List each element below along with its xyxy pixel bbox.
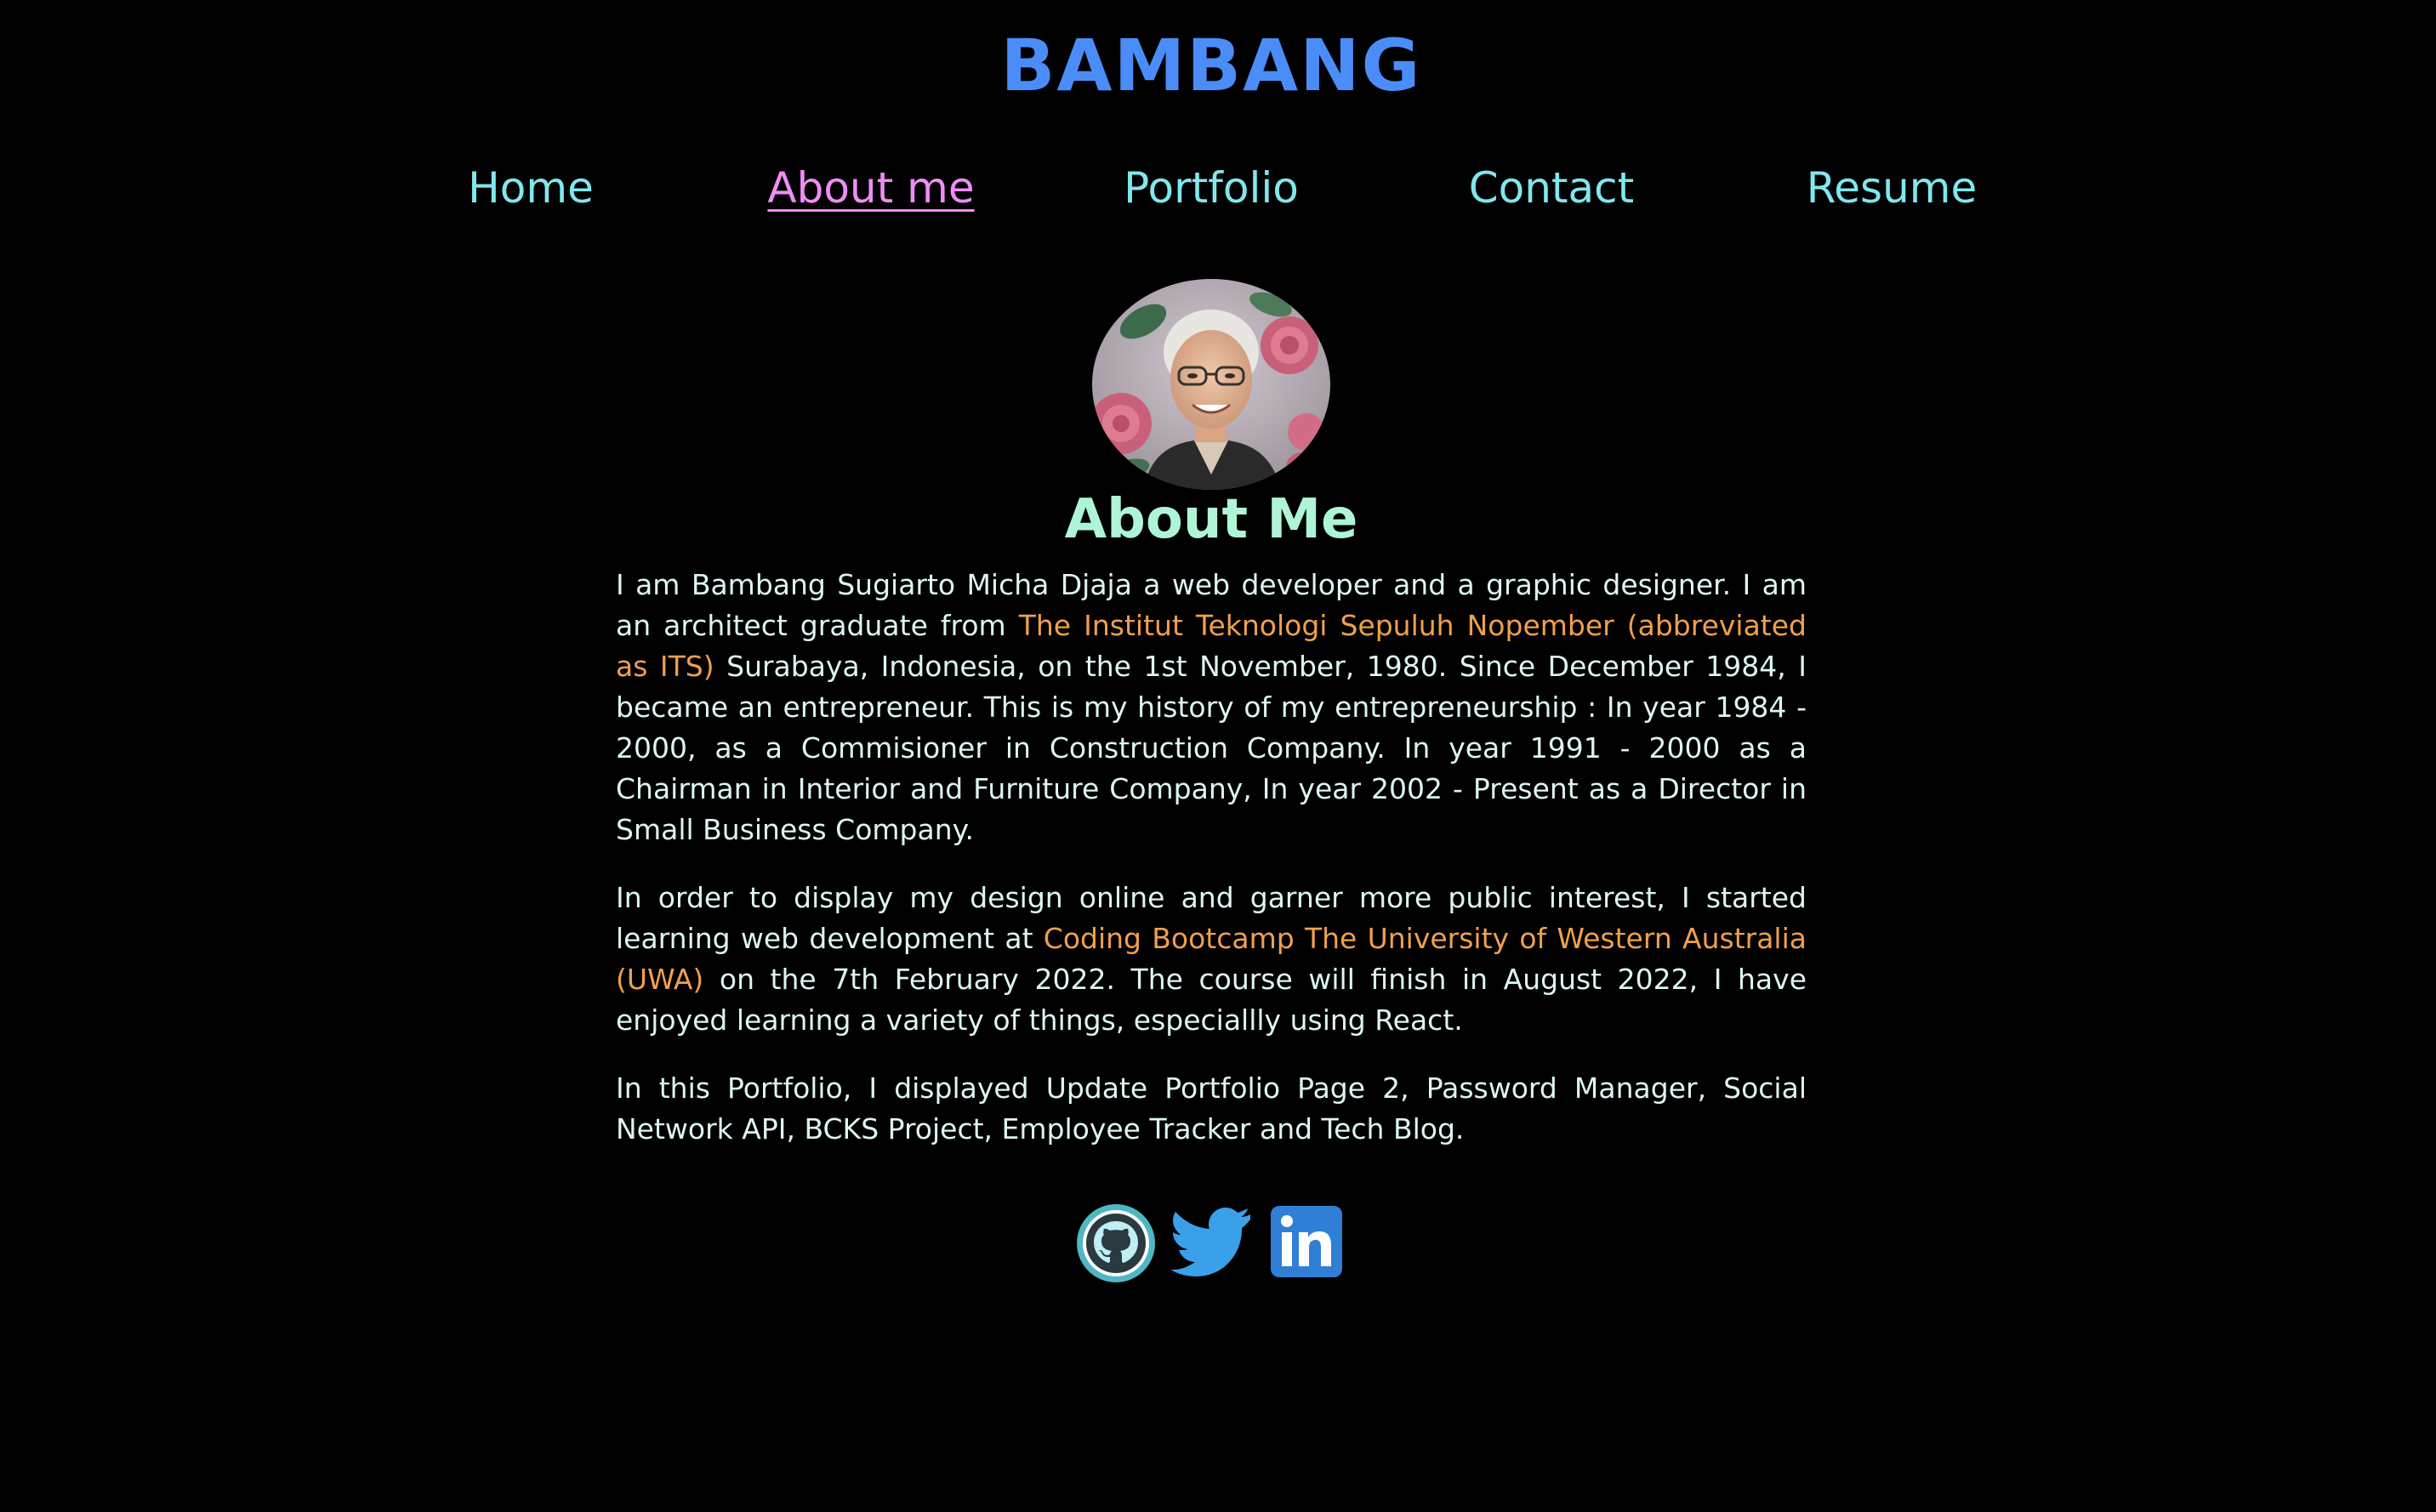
site-title: BAMBANG <box>1000 24 1422 107</box>
bio-paragraph-1: I am Bambang Sugiarto Micha Djaja a web … <box>616 565 1807 850</box>
bio-text: Surabaya, Indonesia, on the 1st November… <box>616 650 1807 846</box>
nav-portfolio-link[interactable]: Portfolio <box>1124 163 1299 213</box>
bio-text: on the 7th February 2022. The course wil… <box>616 963 1807 1037</box>
profile-avatar <box>1092 279 1330 490</box>
about-bio: I am Bambang Sugiarto Micha Djaja a web … <box>616 565 1807 1177</box>
bio-paragraph-3: In this Portfolio, I displayed Update Po… <box>616 1071 1807 1145</box>
nav-contact-link[interactable]: Contact <box>1469 163 1635 213</box>
about-heading: About Me <box>1064 488 1358 551</box>
nav-home-link[interactable]: Home <box>468 163 594 213</box>
nav-resume-link[interactable]: Resume <box>1807 163 1977 213</box>
social-links <box>1075 1201 1347 1286</box>
main-nav: Home About me Portfolio Contact Resume <box>0 163 2422 223</box>
nav-about-link[interactable]: About me <box>767 163 974 213</box>
linkedin-icon <box>1271 1206 1342 1277</box>
bio-paragraph-2: In order to display my design online and… <box>616 878 1807 1041</box>
twitter-icon <box>1170 1208 1250 1276</box>
twitter-link[interactable] <box>1169 1206 1252 1281</box>
github-link[interactable] <box>1075 1202 1157 1287</box>
linkedin-link[interactable] <box>1269 1204 1344 1282</box>
github-icon <box>1077 1204 1155 1282</box>
